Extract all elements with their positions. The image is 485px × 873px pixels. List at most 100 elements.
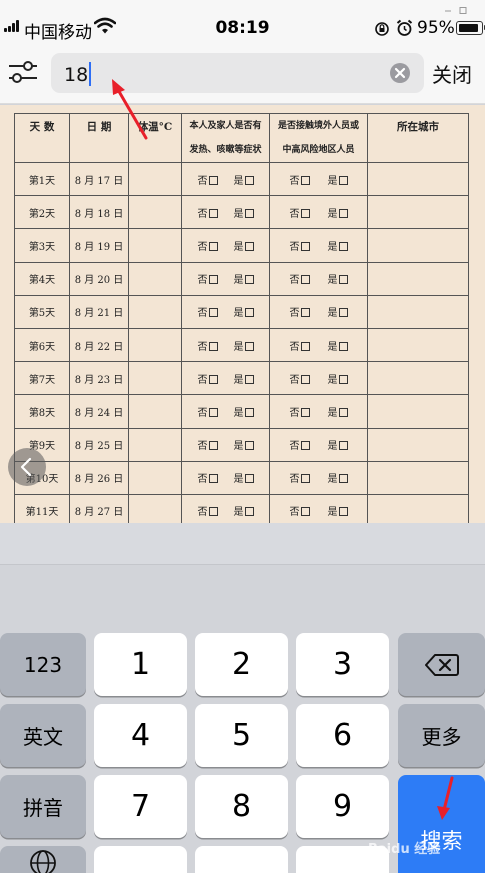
key-english[interactable]: 英文 (0, 704, 86, 767)
option-no: 否 (290, 304, 310, 319)
key-digit-0[interactable] (195, 846, 288, 873)
option-no: 否 (290, 503, 310, 518)
header-symptoms: 本人及家人是否有 发热、咳嗽等症状 (181, 113, 270, 163)
document-view[interactable]: 天 数 日 期 体温°C 本人及家人是否有 发热、咳嗽等症状 是否接触境外人员或中… (0, 105, 485, 523)
key-digit-6[interactable]: 6 (296, 704, 389, 767)
checkbox (244, 441, 254, 451)
key-digit-9[interactable]: 9 (296, 775, 389, 838)
globe-key[interactable] (0, 846, 86, 873)
table-row: 第10天 8 月 26 日否是否是 (14, 460, 469, 495)
key-digit-7[interactable]: 7 (94, 775, 187, 838)
checkbox (244, 407, 254, 417)
key-digit-4[interactable]: 4 (94, 704, 187, 767)
symptoms-cell: 否是 (181, 161, 270, 197)
backspace-icon (424, 653, 459, 676)
checkbox (338, 341, 348, 351)
option-yes: 是 (234, 205, 254, 220)
temperature-cell (128, 161, 182, 197)
symptoms-cell: 否是 (181, 493, 270, 523)
option-no: 否 (198, 304, 218, 319)
symptoms-cell: 否是 (181, 327, 270, 363)
temperature-cell (128, 394, 182, 429)
key-more[interactable]: 更多 (398, 704, 485, 767)
checkbox (300, 441, 310, 451)
key-digit-8[interactable]: 8 (195, 775, 288, 838)
option-no: 否 (290, 404, 310, 419)
option-yes: 是 (328, 238, 348, 253)
checkbox (244, 175, 254, 185)
option-no: 否 (290, 371, 310, 386)
key-123[interactable]: 123 (0, 633, 86, 696)
clear-icon[interactable] (390, 63, 410, 87)
option-no: 否 (198, 437, 218, 452)
candidate-bar (0, 523, 485, 565)
table-row: 第2天 8 月 18 日否是否是 (14, 195, 469, 230)
date-cell: 8 月 22 日 (69, 327, 129, 363)
date-cell: 8 月 24 日 (69, 394, 129, 429)
table-row: 第5天 8 月 21 日否是否是 (14, 294, 469, 329)
checkbox (300, 341, 310, 351)
key-digit-3[interactable]: 3 (296, 633, 389, 696)
city-cell (367, 261, 469, 296)
option-yes: 是 (328, 205, 348, 220)
checkbox (338, 175, 348, 185)
checkbox (300, 175, 310, 185)
key-digit-2[interactable]: 2 (195, 633, 288, 696)
checkbox (208, 341, 218, 351)
symptoms-cell: 否是 (181, 294, 270, 329)
settings-sliders-icon[interactable] (8, 58, 38, 90)
checkbox (208, 241, 218, 251)
day-cell: 第1天 (14, 161, 70, 197)
checkbox (300, 474, 310, 484)
symptoms-cell: 否是 (181, 261, 270, 296)
window-controls (440, 0, 485, 14)
search-input[interactable]: 18 (51, 53, 424, 93)
checkbox (244, 208, 254, 218)
backspace-key[interactable] (398, 633, 485, 696)
close-search-button[interactable]: 关闭 (432, 59, 472, 88)
checkbox (338, 308, 348, 318)
option-yes: 是 (234, 371, 254, 386)
option-no: 否 (290, 205, 310, 220)
previous-page-button[interactable] (8, 448, 46, 486)
option-yes: 是 (328, 404, 348, 419)
checkbox (208, 441, 218, 451)
option-yes: 是 (234, 304, 254, 319)
watermark: Baidu 经验 (368, 842, 441, 857)
checkbox (244, 241, 254, 251)
table-header-row: 天 数 日 期 体温°C 本人及家人是否有 发热、咳嗽等症状 是否接触境外人员或中… (14, 113, 469, 163)
text-cursor (89, 62, 92, 86)
checkbox (300, 308, 310, 318)
contact-cell: 否是 (269, 361, 368, 396)
table-row: 第8天 8 月 24 日否是否是 (14, 394, 469, 429)
checkbox (300, 407, 310, 417)
city-cell (367, 361, 469, 396)
day-cell: 第8天 (14, 394, 70, 429)
option-yes: 是 (234, 503, 254, 518)
day-cell: 第7天 (14, 361, 70, 396)
option-yes: 是 (234, 470, 254, 485)
chevron-left-icon (20, 457, 32, 477)
option-yes: 是 (328, 503, 348, 518)
key-pinyin[interactable]: 拼音 (0, 775, 86, 838)
symptoms-cell: 否是 (181, 427, 270, 462)
city-cell (367, 161, 469, 197)
search-key[interactable]: 搜索 (398, 775, 485, 873)
key-blank[interactable] (94, 846, 187, 873)
checkbox (338, 241, 348, 251)
alarm-icon (396, 19, 413, 41)
key-digit-1[interactable]: 1 (94, 633, 187, 696)
checkbox (338, 441, 348, 451)
date-cell: 8 月 18 日 (69, 195, 129, 230)
contact-cell: 否是 (269, 261, 368, 296)
checkbox (244, 507, 254, 517)
symptoms-cell: 否是 (181, 195, 270, 230)
city-cell (367, 427, 469, 462)
key-digit-5[interactable]: 5 (195, 704, 288, 767)
checkbox (244, 374, 254, 384)
city-cell (367, 195, 469, 230)
checkbox (338, 374, 348, 384)
header-city: 所在城市 (367, 113, 469, 163)
temperature-cell (128, 493, 182, 523)
day-cell: 第5天 (14, 294, 70, 329)
